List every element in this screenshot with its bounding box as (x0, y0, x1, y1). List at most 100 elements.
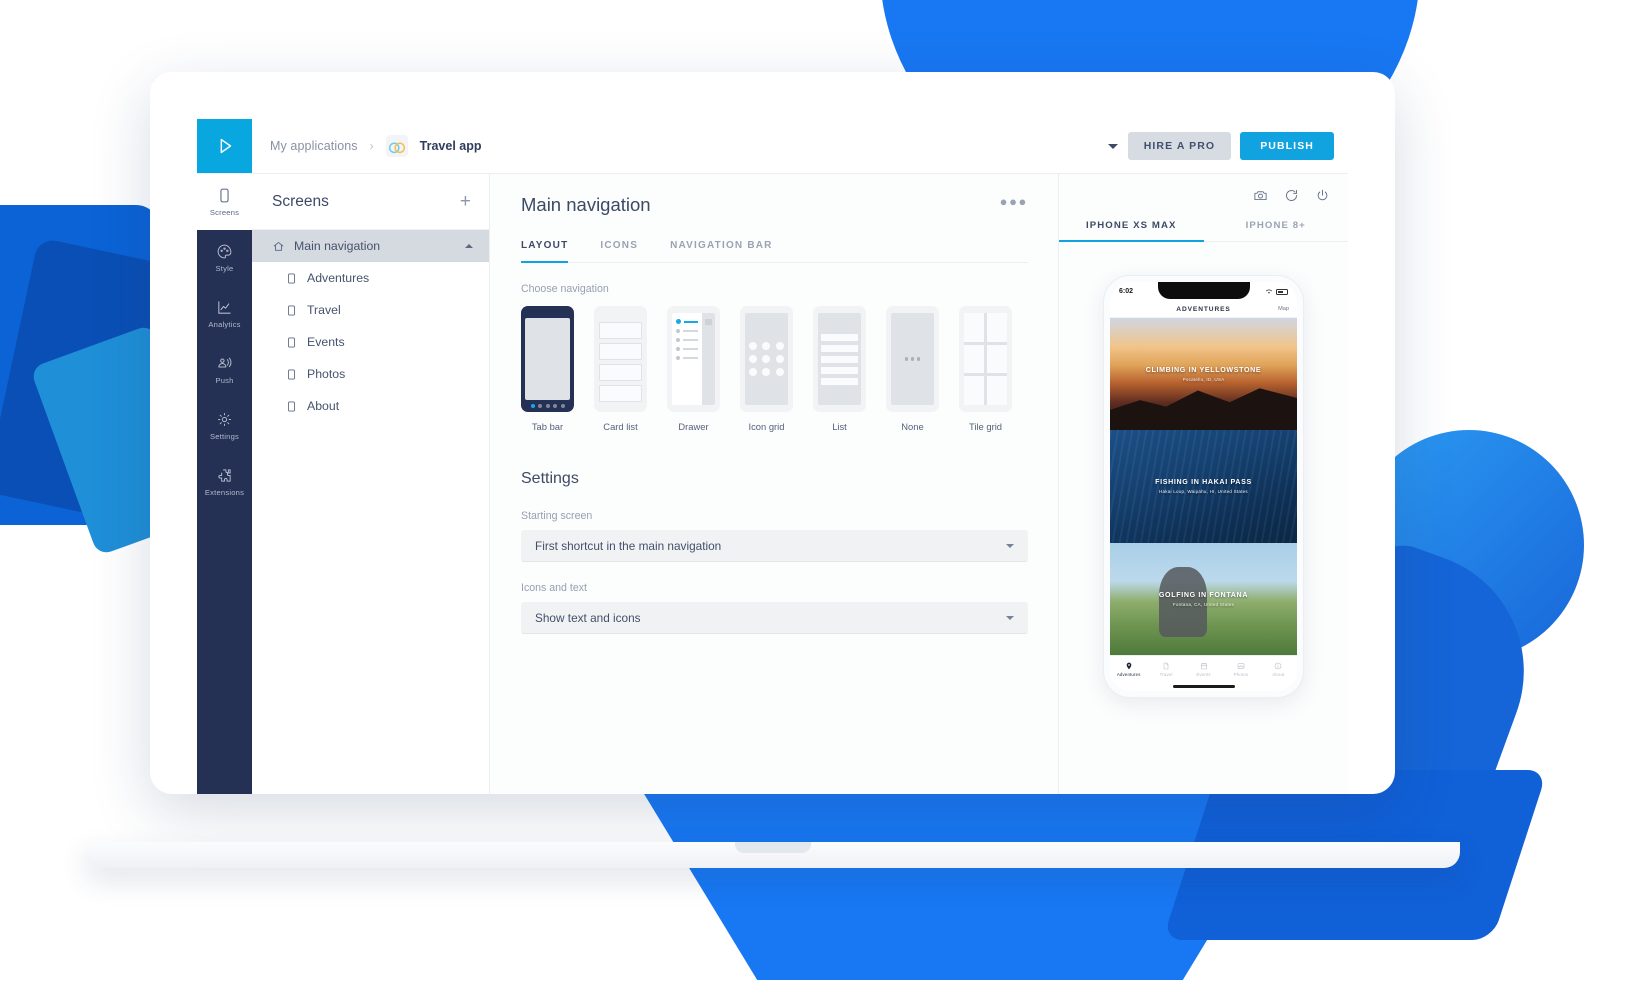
screen-item-travel[interactable]: Travel (252, 294, 489, 326)
tile-cell (964, 345, 984, 374)
icons-and-text-select[interactable]: Show text and icons (521, 602, 1028, 634)
main-editor-header: Main navigation ●●● LAYOUT ICONS NAVIGAT… (490, 174, 1058, 263)
screen-item-adventures[interactable]: Adventures (252, 262, 489, 294)
navigation-thumb-icon-grid (740, 306, 793, 412)
thumb-screen-area (891, 313, 934, 405)
screen-item-events[interactable]: Events (252, 326, 489, 358)
device-tab-iphone-8-plus[interactable]: IPHONE 8+ (1204, 220, 1349, 242)
chevron-down-icon (1006, 616, 1014, 620)
phone-preview-wrapper: 6:02 (1059, 242, 1348, 697)
phone-tab-about[interactable]: About (1260, 656, 1297, 682)
publish-button[interactable]: PUBLISH (1240, 132, 1334, 160)
plus-icon[interactable]: + (460, 192, 471, 211)
gear-icon (216, 411, 233, 428)
editor-tabs: LAYOUT ICONS NAVIGATION BAR (521, 240, 1028, 263)
navigation-option-card-list[interactable]: Card list (594, 306, 647, 432)
phone-notch (1158, 282, 1250, 299)
phone-card-list: CLIMBING IN YELLOWSTONE Pocatello, ID, U… (1110, 318, 1297, 655)
tab-icons[interactable]: ICONS (600, 240, 638, 263)
rail-item-push[interactable]: Push (197, 342, 252, 398)
rail-item-analytics[interactable]: Analytics (197, 286, 252, 342)
thumb-card-rows (599, 313, 642, 402)
rail-label-extensions: Extensions (205, 488, 244, 497)
tabbar-dot (553, 404, 557, 408)
breadcrumb-separator: › (370, 139, 374, 153)
screen-item-about[interactable]: About (252, 390, 489, 422)
breadcrumb-my-applications[interactable]: My applications (270, 139, 358, 153)
refresh-icon[interactable] (1284, 188, 1299, 208)
screen-item-label-travel: Travel (307, 303, 341, 317)
grid-dot (762, 355, 770, 363)
camera-icon[interactable] (1253, 188, 1268, 208)
chevron-up-icon[interactable] (465, 244, 473, 248)
grid-dot (749, 368, 757, 376)
screen-item-main-navigation[interactable]: Main navigation (252, 230, 489, 262)
screen-icon (285, 272, 298, 285)
play-triangle-logo-icon (214, 135, 236, 157)
tab-layout[interactable]: LAYOUT (521, 240, 568, 263)
screen-item-label-adventures: Adventures (307, 271, 369, 285)
thumb-drawer-list (672, 313, 702, 405)
phone-tab-photos[interactable]: Photos (1222, 656, 1259, 682)
phone-tab-label: Adventures (1117, 672, 1141, 677)
screen-item-photos[interactable]: Photos (252, 358, 489, 390)
tile-cell (964, 313, 984, 342)
screens-panel: Screens + Main navigation (252, 174, 490, 794)
rail-item-screens[interactable]: Screens (197, 174, 252, 230)
thumb-drawer-row (676, 347, 698, 351)
navigation-option-tile-grid[interactable]: Tile grid (959, 306, 1012, 432)
drawer-bullet-active (676, 319, 681, 324)
drawer-bullet (676, 347, 680, 351)
navigation-option-list[interactable]: List (813, 306, 866, 432)
navigation-option-icon-grid[interactable]: Icon grid (740, 306, 793, 432)
none-dot (911, 357, 915, 361)
power-icon[interactable] (1315, 188, 1330, 208)
starting-screen-select[interactable]: First shortcut in the main navigation (521, 530, 1028, 562)
tile-cell (987, 345, 1007, 374)
thumb-card-row (599, 343, 642, 360)
rail-label-push: Push (215, 376, 233, 385)
screen-icon (285, 336, 298, 349)
laptop-base-notch (735, 842, 811, 853)
navigation-option-none[interactable]: None (886, 306, 939, 432)
screen-icon (285, 368, 298, 381)
phone-tab-label: Events (1196, 672, 1210, 677)
app-window: My applications › Travel app H (197, 119, 1348, 794)
breadcrumb-app-name[interactable]: Travel app (420, 139, 482, 153)
navigation-option-drawer[interactable]: Drawer (667, 306, 720, 432)
drawer-bar (683, 339, 698, 341)
list-row (821, 356, 858, 363)
screens-panel-title: Screens (272, 193, 329, 211)
app-glyph-icon (386, 135, 408, 157)
phone-card-title: CLIMBING IN YELLOWSTONE (1146, 366, 1262, 374)
tile-cell (987, 313, 1007, 342)
rail-item-style[interactable]: Style (197, 230, 252, 286)
travel-app-icon (386, 135, 408, 157)
account-dropdown-button[interactable] (1098, 119, 1128, 173)
phone-tab-adventures[interactable]: Adventures (1110, 656, 1147, 682)
tab-navigation-bar[interactable]: NAVIGATION BAR (670, 240, 773, 263)
thumb-icon-grid (745, 313, 788, 405)
camera-glyph (1253, 188, 1268, 203)
navigation-options: Tab bar (521, 306, 1028, 432)
brand-logo[interactable] (197, 119, 252, 173)
device-tab-iphone-xs-max[interactable]: IPHONE XS MAX (1059, 220, 1204, 242)
preview-toolbar (1059, 174, 1348, 208)
navigation-option-label-drawer: Drawer (667, 421, 720, 432)
phone-tab-travel[interactable]: Travel (1147, 656, 1184, 682)
ellipsis-icon[interactable]: ●●● (1000, 194, 1028, 209)
phone-tab-events[interactable]: Events (1185, 656, 1222, 682)
rail-item-extensions[interactable]: Extensions (197, 454, 252, 510)
hire-a-pro-button[interactable]: HIRE A PRO (1128, 132, 1231, 160)
phone-card-fishing[interactable]: FISHING IN HAKAI PASS Hakai Loop, Waipah… (1110, 430, 1297, 542)
navigation-thumb-tile-grid (959, 306, 1012, 412)
tabbar-dot (561, 404, 565, 408)
phone-card-climbing[interactable]: CLIMBING IN YELLOWSTONE Pocatello, ID, U… (1110, 318, 1297, 430)
navigation-option-tab-bar[interactable]: Tab bar (521, 306, 574, 432)
rail-label-style: Style (216, 264, 234, 273)
info-icon (1274, 662, 1282, 670)
grid-dot (776, 342, 784, 350)
phone-card-golfing[interactable]: GOLFING IN FONTANA Fontana, CA, United S… (1110, 543, 1297, 655)
phone-nav-action-map[interactable]: Map (1278, 306, 1289, 312)
rail-item-settings[interactable]: Settings (197, 398, 252, 454)
